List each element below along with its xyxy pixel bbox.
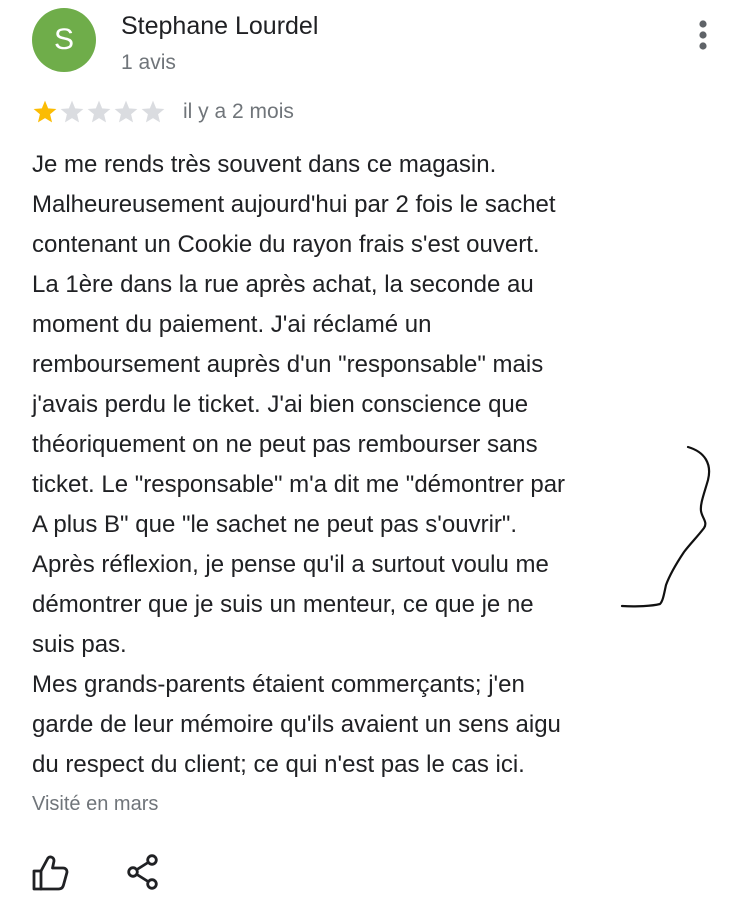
star-filled-icon [33,100,57,123]
review-text-line: ticket. Le "responsable" m'a dit me "dém… [32,471,566,498]
visited-date: Visité en mars [32,793,159,815]
author-name[interactable]: Stephane Lourdel [121,12,318,41]
review-text-line: La 1ère dans la rue après achat, la seco… [32,271,534,298]
star-empty-icon [60,100,84,123]
more-vert-icon[interactable] [690,18,716,54]
review-text-line: du respect du client; ce qui n'est pas l… [32,751,525,778]
review-text-line: remboursement auprès d'un "responsable" … [32,351,544,378]
review-text-line: Mes grands-parents étaient commerçants; … [32,671,525,698]
star-empty-icon [114,100,138,123]
star-rating [32,99,167,125]
review-text-line: j'avais perdu le ticket. J'ai bien consc… [32,391,529,418]
review-text-line: A plus B" que "le sachet ne peut pas s'o… [32,511,518,538]
avatar[interactable]: S [32,8,96,72]
review-text-line: moment du paiement. J'ai réclamé un [32,311,432,338]
review-text-line: Je me rends très souvent dans ce magasin… [32,151,497,178]
review-text-line: garde de leur mémoire qu'ils avaient un … [32,711,561,738]
review-text-line: Malheureusement aujourd'hui par 2 fois l… [32,191,556,218]
review-text-line: suis pas. [32,631,127,658]
review-text-line: théoriquement on ne peut pas rembourser … [32,431,538,458]
share-icon[interactable] [126,854,160,890]
thumb-up-icon[interactable] [30,854,70,892]
rating-row: il y a 2 mois [32,98,294,126]
review-text: Je me rends très souvent dans ce magasin… [32,145,692,785]
review-text-line: Après réflexion, je pense qu'il a surtou… [32,551,549,578]
star-empty-icon [87,100,111,123]
review-time: il y a 2 mois [183,100,294,123]
star-empty-icon [141,100,165,123]
review-text-line: contenant un Cookie du rayon frais s'est… [32,231,540,258]
review-text-line: démontrer que je suis un menteur, ce que… [32,591,534,618]
author-review-count: 1 avis [121,51,176,74]
